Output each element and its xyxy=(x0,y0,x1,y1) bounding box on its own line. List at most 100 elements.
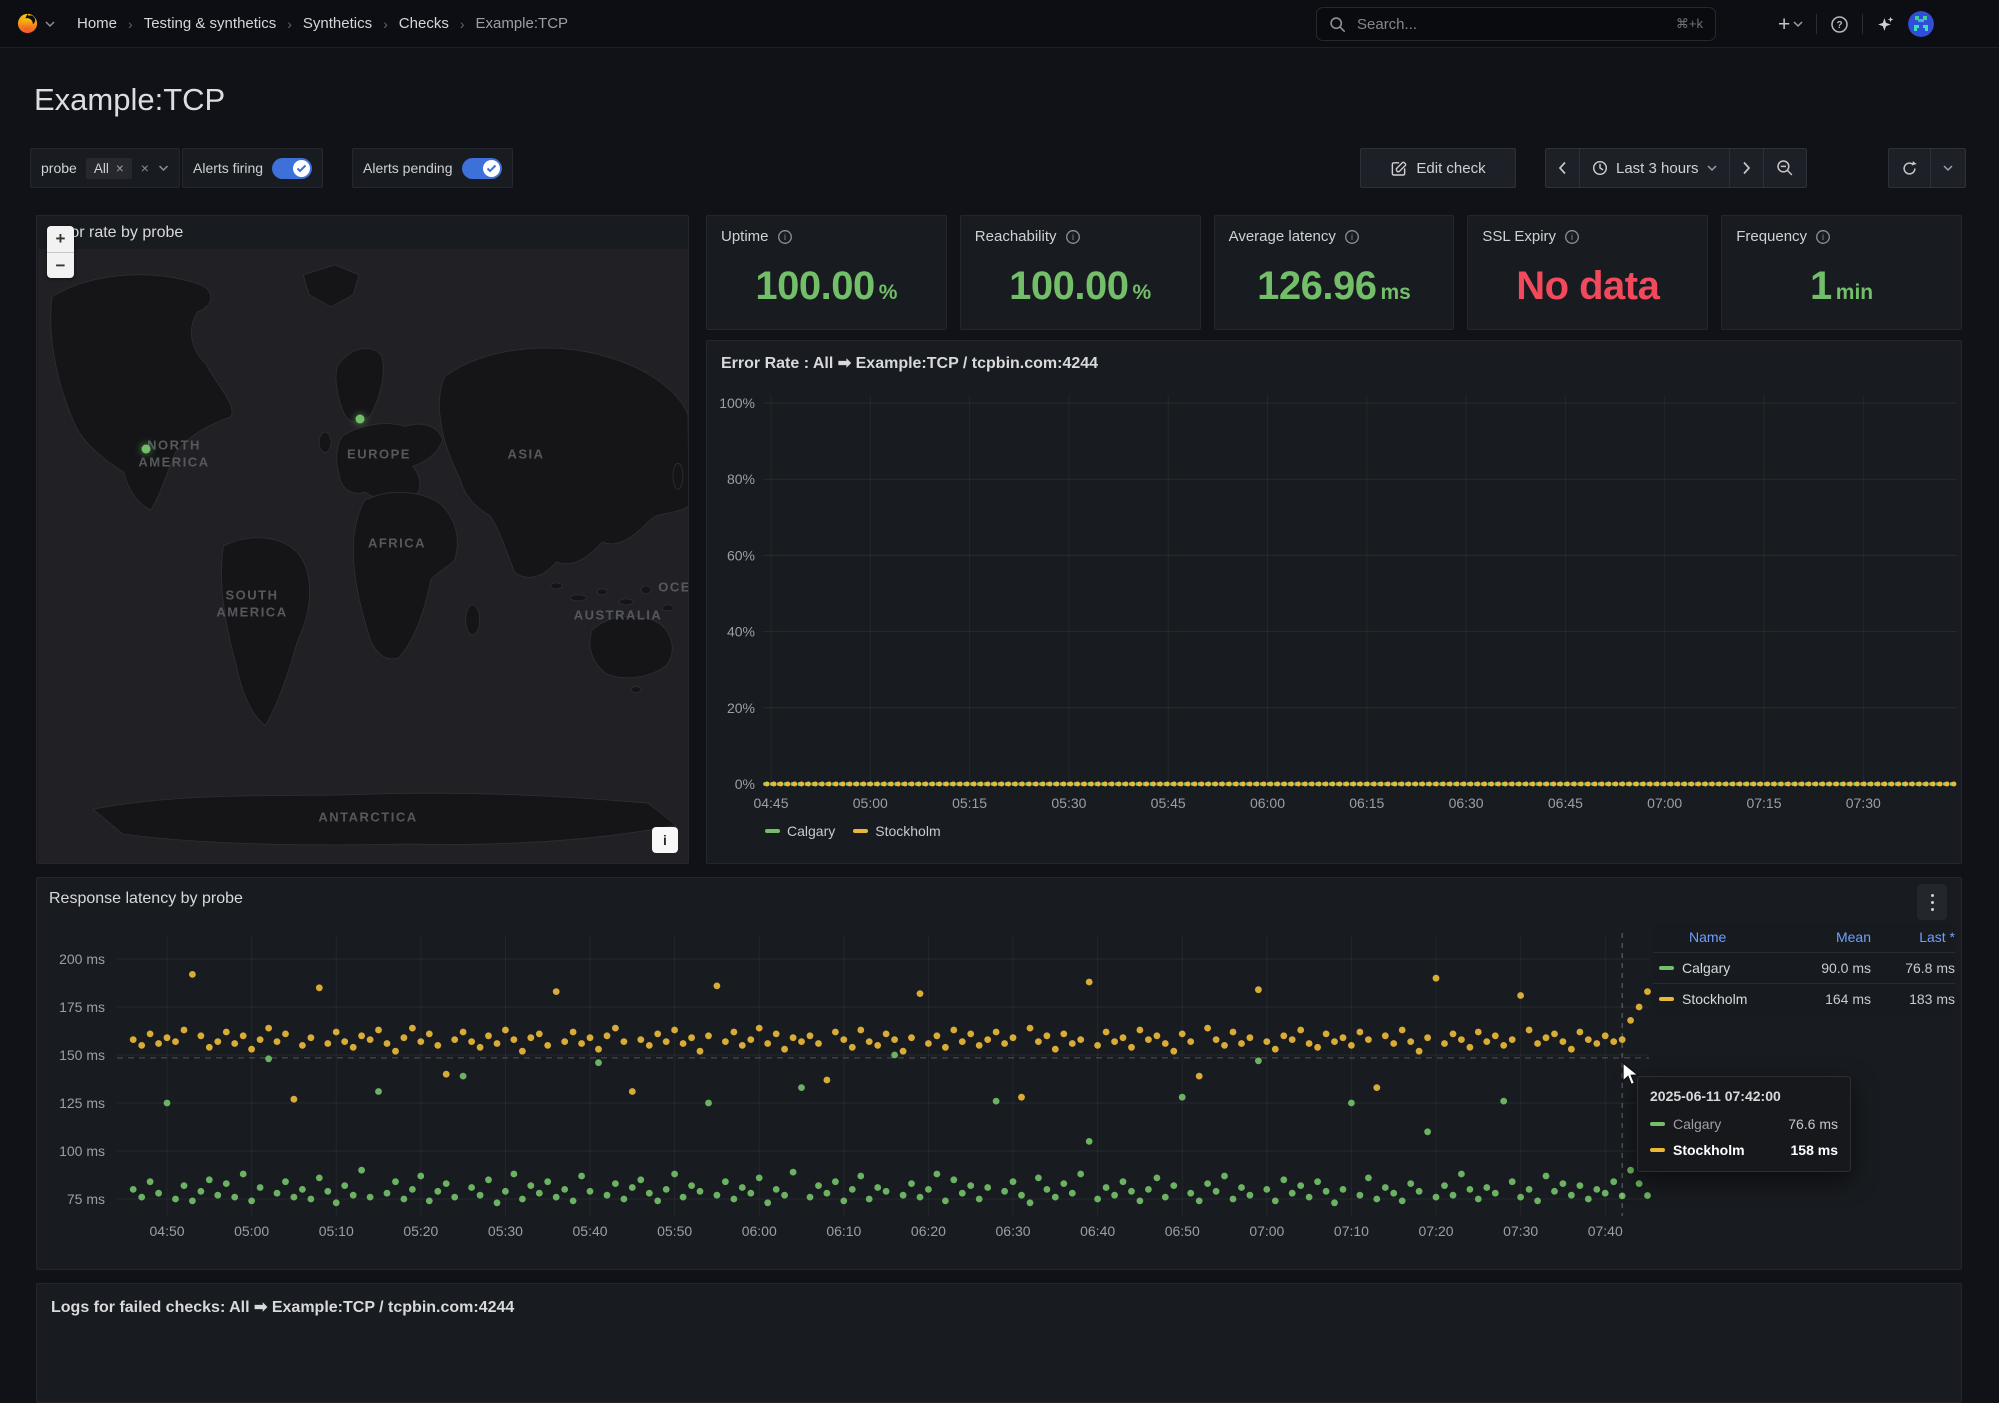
tooltip-swatch xyxy=(1650,1122,1665,1126)
map-region-label-asia: ASIA xyxy=(507,447,544,462)
info-icon[interactable]: i xyxy=(1564,229,1580,245)
breadcrumb-item-home[interactable]: Home xyxy=(77,15,117,32)
probe-filter-value: All xyxy=(94,161,109,176)
svg-text:05:50: 05:50 xyxy=(657,1223,692,1239)
refresh-interval-caret[interactable] xyxy=(1930,149,1965,187)
map-region-label-america: AMERICA xyxy=(216,605,287,620)
grafana-logo[interactable] xyxy=(16,12,39,35)
svg-text:06:30: 06:30 xyxy=(1449,795,1484,811)
refresh-button[interactable] xyxy=(1889,149,1930,187)
legend-row-calgary[interactable]: Calgary90.0 ms76.8 ms xyxy=(1653,952,1955,983)
svg-text:125 ms: 125 ms xyxy=(59,1095,105,1111)
time-shift-forward-button[interactable] xyxy=(1729,149,1763,187)
help-button[interactable]: ? xyxy=(1830,15,1849,34)
svg-text:05:45: 05:45 xyxy=(1151,795,1186,811)
search-input[interactable] xyxy=(1355,15,1667,34)
world-map[interactable]: NORTHAMERICAEUROPEASIAAFRICASOUTHAMERICA… xyxy=(38,249,689,863)
stat-label: SSL Expiry xyxy=(1482,228,1556,245)
svg-text:60%: 60% xyxy=(727,547,755,563)
legend-row-stockholm[interactable]: Stockholm164 ms183 ms xyxy=(1653,983,1955,1014)
breadcrumb-separator: › xyxy=(460,16,465,32)
stat-value: 100.00 xyxy=(1009,264,1128,309)
svg-text:05:20: 05:20 xyxy=(403,1223,438,1239)
svg-text:05:30: 05:30 xyxy=(488,1223,523,1239)
svg-text:05:40: 05:40 xyxy=(573,1223,608,1239)
legend-item-calgary[interactable]: Calgary xyxy=(765,823,835,839)
svg-text:07:15: 07:15 xyxy=(1746,795,1781,811)
svg-text:06:00: 06:00 xyxy=(742,1223,777,1239)
panel-menu-kebab-icon[interactable] xyxy=(1917,884,1947,920)
map-region-label-africa: AFRICA xyxy=(368,536,426,551)
time-shift-back-button[interactable] xyxy=(1546,149,1579,187)
grafana-assistant-button[interactable] xyxy=(1876,15,1895,34)
map-attribution-button[interactable]: i xyxy=(652,827,678,853)
svg-text:06:45: 06:45 xyxy=(1548,795,1583,811)
stat-unit: min xyxy=(1836,281,1873,305)
svg-text:07:10: 07:10 xyxy=(1334,1223,1369,1239)
latency-panel-title: Response latency by probe xyxy=(49,890,243,908)
breadcrumb-item-synthetics[interactable]: Synthetics xyxy=(303,15,372,32)
user-avatar[interactable] xyxy=(1908,11,1934,37)
probe-marker-calgary[interactable] xyxy=(142,445,151,454)
legend-column-last-[interactable]: Last * xyxy=(1871,929,1955,945)
legend-label: Calgary xyxy=(787,823,835,839)
svg-text:06:20: 06:20 xyxy=(911,1223,946,1239)
info-icon[interactable]: i xyxy=(777,229,793,245)
svg-text:04:50: 04:50 xyxy=(150,1223,185,1239)
svg-text:0%: 0% xyxy=(735,776,755,792)
stat-label: Average latency xyxy=(1229,228,1336,245)
stat-value: No data xyxy=(1516,264,1659,309)
add-new-button[interactable]: + xyxy=(1778,14,1803,35)
map-region-label-antarctica: ANTARCTICA xyxy=(318,810,417,825)
page-title: Example:TCP xyxy=(34,82,225,118)
svg-text:07:20: 07:20 xyxy=(1419,1223,1454,1239)
svg-text:05:00: 05:00 xyxy=(853,795,888,811)
chevron-left-icon xyxy=(1558,161,1567,175)
svg-text:06:00: 06:00 xyxy=(1250,795,1285,811)
probe-filter[interactable]: probe All × × xyxy=(30,148,180,188)
svg-text:07:30: 07:30 xyxy=(1846,795,1881,811)
time-range-button[interactable]: Last 3 hours xyxy=(1579,149,1729,187)
breadcrumb-item-testing-synthetics[interactable]: Testing & synthetics xyxy=(144,15,277,32)
refresh-group xyxy=(1888,148,1966,188)
breadcrumb-item-checks[interactable]: Checks xyxy=(399,15,449,32)
map-zoom-in-button[interactable]: + xyxy=(47,226,74,252)
stat-value: 100.00 xyxy=(755,264,874,309)
org-switcher-caret-icon[interactable] xyxy=(45,20,55,28)
svg-text:05:10: 05:10 xyxy=(319,1223,354,1239)
search-box[interactable]: ⌘+k xyxy=(1316,7,1716,41)
clear-filter-icon[interactable]: × xyxy=(141,160,149,176)
legend-column-mean[interactable]: Mean xyxy=(1787,929,1871,945)
map-region-label-ocea: OCEA xyxy=(658,580,689,595)
chart-tooltip: 2025-06-11 07:42:00 Calgary76.6 msStockh… xyxy=(1637,1076,1851,1172)
legend-name: Stockholm xyxy=(1682,991,1747,1007)
search-icon xyxy=(1329,16,1346,33)
chevron-down-icon[interactable] xyxy=(158,164,169,172)
error-rate-chart: 100%80%60%40%20%0%04:4505:0005:1505:3005… xyxy=(707,341,1961,863)
stat-label: Reachability xyxy=(975,228,1057,245)
svg-text:?: ? xyxy=(1837,20,1843,31)
info-icon[interactable]: i xyxy=(1815,229,1831,245)
stat-panel-reachability: Reachabilityi100.00% xyxy=(960,215,1201,330)
legend-item-stockholm[interactable]: Stockholm xyxy=(853,823,940,839)
time-zoom-out-button[interactable] xyxy=(1763,149,1806,187)
legend-column-name[interactable]: Name xyxy=(1653,929,1787,945)
svg-text:40%: 40% xyxy=(727,624,755,640)
probe-marker-stockholm[interactable] xyxy=(356,415,365,424)
info-icon[interactable]: i xyxy=(1065,229,1081,245)
edit-check-button[interactable]: Edit check xyxy=(1360,148,1516,188)
probe-filter-chip[interactable]: All × xyxy=(86,158,132,179)
svg-text:06:10: 06:10 xyxy=(826,1223,861,1239)
info-icon[interactable]: i xyxy=(1344,229,1360,245)
chip-remove-icon[interactable]: × xyxy=(116,161,124,176)
alerts-firing-toggle[interactable] xyxy=(272,158,312,179)
map-zoom-out-button[interactable]: − xyxy=(47,252,74,278)
alerts-pending-toggle[interactable] xyxy=(462,158,502,179)
chevron-down-icon xyxy=(1707,164,1717,172)
map-region-label-north: NORTH xyxy=(147,438,201,453)
stat-panel-frequency: Frequencyi1min xyxy=(1721,215,1962,330)
response-latency-panel: 200 ms175 ms150 ms125 ms100 ms75 ms04:50… xyxy=(36,877,1962,1270)
svg-text:07:00: 07:00 xyxy=(1647,795,1682,811)
tooltip-row-calgary: Calgary76.6 ms xyxy=(1638,1111,1850,1137)
time-range-label: Last 3 hours xyxy=(1616,160,1699,177)
